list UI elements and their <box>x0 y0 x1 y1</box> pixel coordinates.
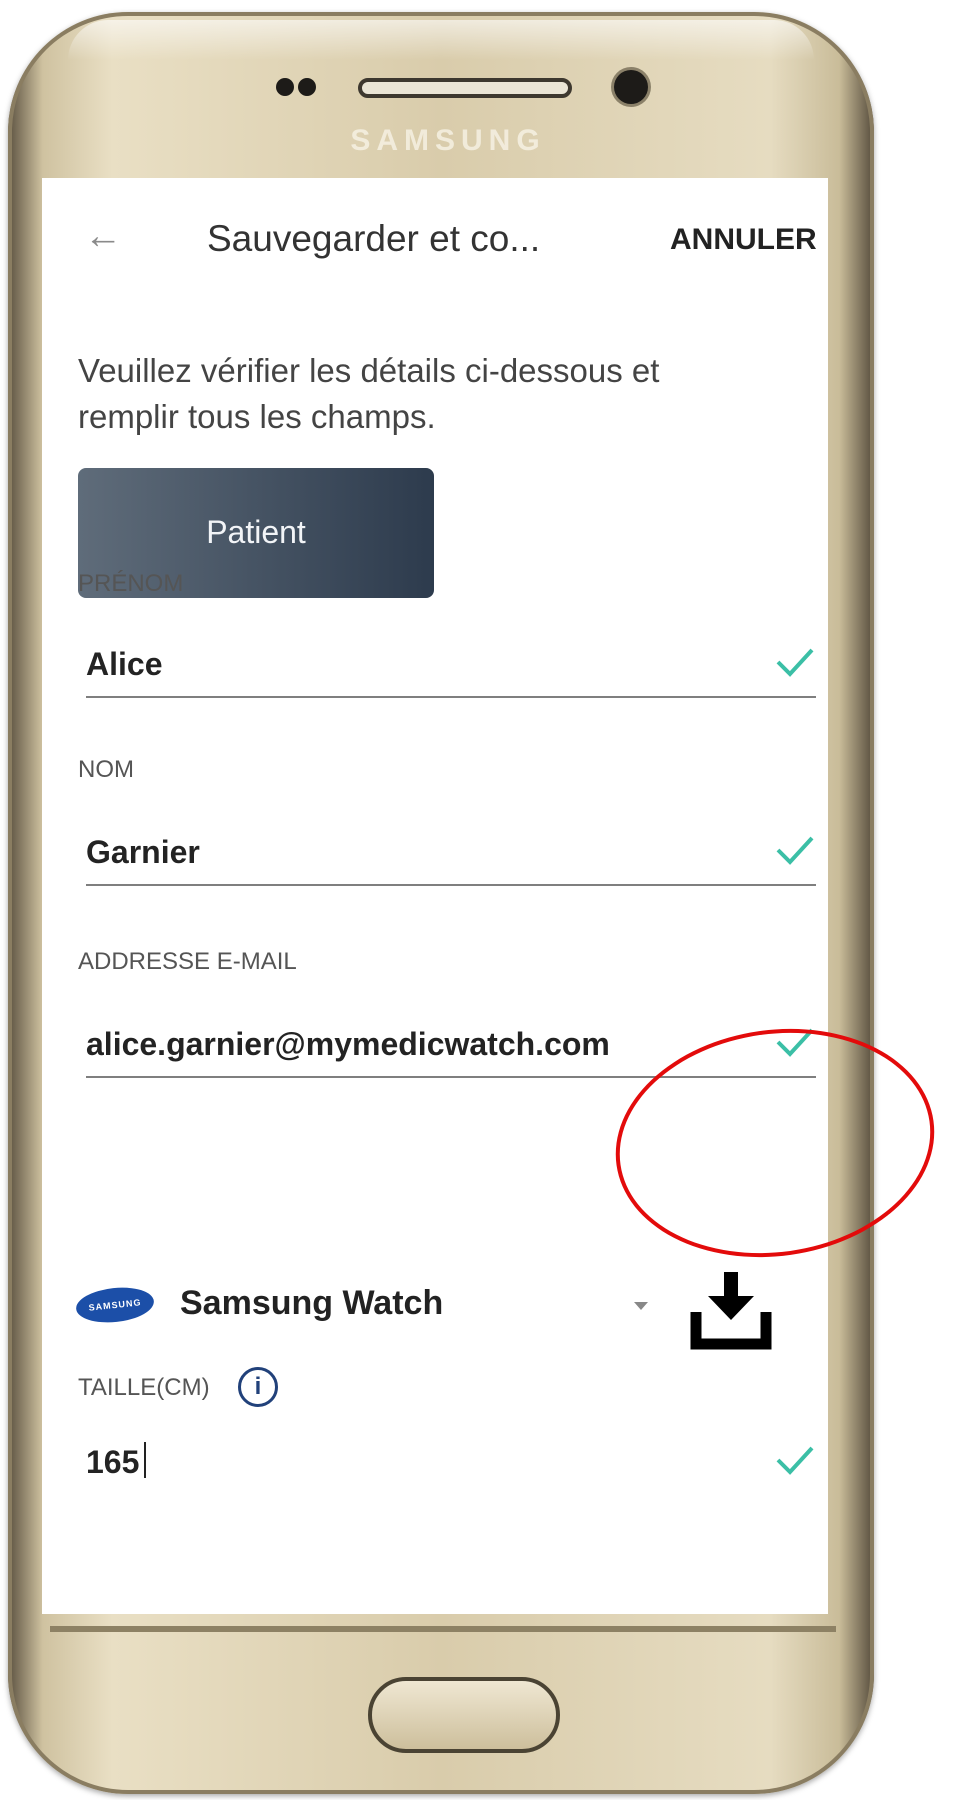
app-screen: ← Sauvegarder et co... ANNULER Veuillez … <box>42 178 828 1614</box>
instructions-text: Veuillez vérifier les détails ci-dessous… <box>78 352 660 435</box>
height-value: 165 <box>86 1444 140 1480</box>
arrow-left-icon[interactable]: ← <box>84 216 124 256</box>
brand-logo: SAMSUNG <box>350 124 546 157</box>
email-value: alice.garnier@mymedicwatch.com <box>86 1026 610 1062</box>
earpiece-speaker <box>358 78 572 98</box>
first-name-value: Alice <box>86 646 163 682</box>
height-label: TAILLE(CM) <box>78 1374 210 1401</box>
bottom-bezel-line <box>50 1626 836 1632</box>
first-name-label: PRÉNOM <box>78 570 184 597</box>
device-selected-value: Samsung Watch <box>180 1284 444 1322</box>
check-icon <box>776 648 814 677</box>
download-icon[interactable] <box>690 1270 772 1350</box>
home-button[interactable] <box>368 1677 560 1753</box>
last-name-field[interactable]: Garnier <box>86 826 816 886</box>
last-name-value: Garnier <box>86 834 200 870</box>
info-icon[interactable]: i <box>238 1367 278 1407</box>
first-name-field[interactable]: Alice <box>86 638 816 698</box>
page-title: Sauvegarder et co... <box>207 218 541 259</box>
check-icon <box>776 836 814 865</box>
last-name-label: NOM <box>78 756 134 783</box>
app-bar: ← Sauvegarder et co... ANNULER <box>42 178 828 298</box>
cancel-button[interactable]: ANNULER <box>670 223 817 257</box>
samsung-logo: SAMSUNG <box>74 1284 156 1326</box>
check-icon <box>776 1446 814 1475</box>
dropdown-arrow-icon[interactable] <box>634 1302 648 1310</box>
text-cursor <box>144 1442 146 1478</box>
email-label: ADDRESSE E-MAIL <box>78 948 297 975</box>
device-selector[interactable]: SAMSUNG Samsung Watch <box>74 1270 828 1350</box>
height-field[interactable]: 165 <box>86 1436 816 1494</box>
front-camera <box>614 70 648 104</box>
phone-shine <box>68 20 814 60</box>
sensor-dots <box>276 78 320 101</box>
